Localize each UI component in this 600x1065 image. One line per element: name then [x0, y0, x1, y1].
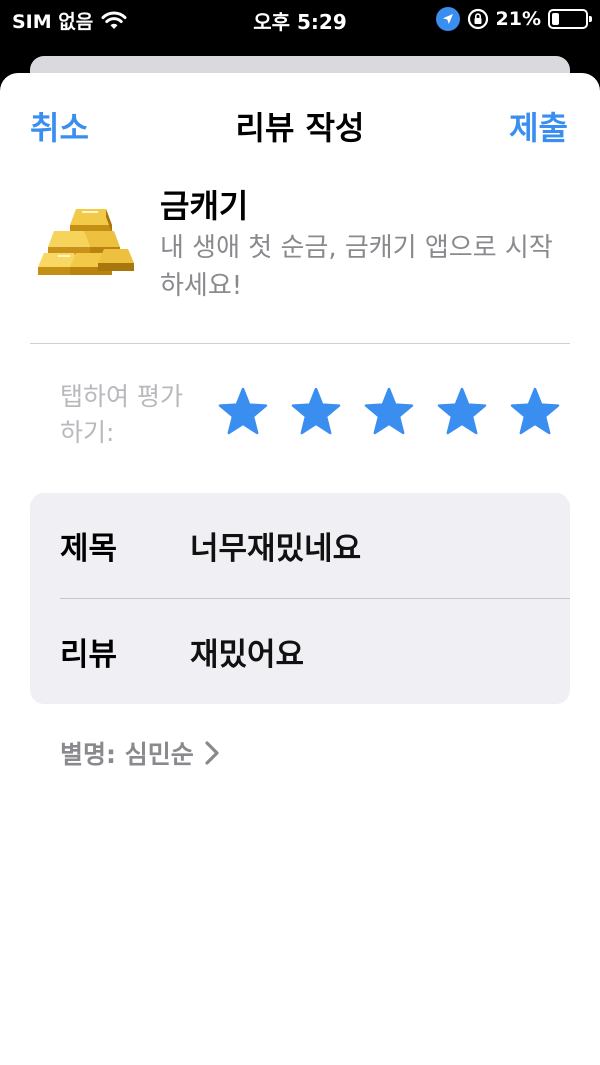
nickname-label: 별명: 심민순 [60, 740, 194, 769]
rating-label: 탭하여 평가하기: [60, 382, 183, 447]
battery-icon [548, 9, 592, 29]
chevron-right-icon [205, 741, 219, 765]
status-bar: SIM 없음 오후 5:29 21% [0, 0, 600, 40]
submit-button[interactable]: 제출 [509, 103, 568, 149]
title-label: 제목 [60, 531, 118, 567]
star-icon-2[interactable] [291, 387, 341, 437]
review-form: 제목 너무재밌네요 리뷰 재밌어요 [30, 493, 570, 704]
review-label: 리뷰 [60, 637, 118, 673]
title-input[interactable]: 너무재밌네요 [190, 523, 361, 568]
star-icon-3[interactable] [364, 387, 414, 437]
review-row[interactable]: 리뷰 재밌어요 [60, 599, 570, 704]
star-rating[interactable] [218, 387, 560, 437]
review-sheet: 취소 리뷰 작성 제출 금캐기 내 생애 첫 순금, 금캐기 앱으로 시작하세요… [0, 73, 600, 1065]
title-row[interactable]: 제목 너무재밌네요 [60, 493, 570, 598]
star-icon-1[interactable] [218, 387, 268, 437]
battery-percent: 21% [495, 8, 541, 30]
divider [30, 343, 570, 344]
location-arrow-icon [435, 7, 460, 31]
app-subtitle: 내 생애 첫 순금, 금캐기 앱으로 시작하세요! [160, 233, 553, 301]
star-icon-4[interactable] [437, 387, 487, 437]
rotation-lock-icon [467, 8, 488, 30]
nickname-link[interactable]: 별명: 심민순 [60, 735, 222, 771]
navigation-bar: 취소 리뷰 작성 제출 [0, 103, 600, 147]
gold-bars-icon [38, 209, 134, 275]
app-name: 금캐기 [160, 187, 249, 225]
review-input[interactable]: 재밌어요 [190, 629, 304, 674]
star-icon-5[interactable] [510, 387, 560, 437]
